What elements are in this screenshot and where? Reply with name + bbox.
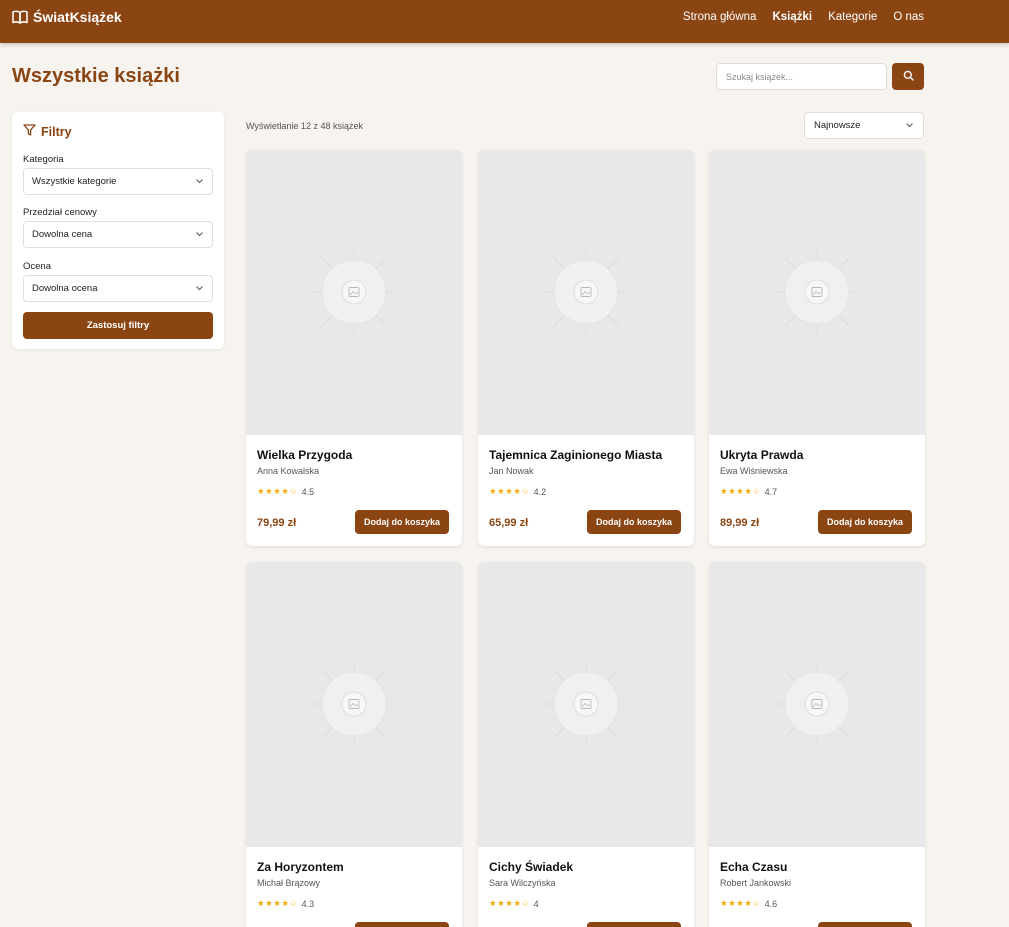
nav-link-books[interactable]: Książki [772,10,812,24]
rating-label: Ocena [23,261,51,272]
rating-value: 4 [533,898,539,909]
sort-value: Najnowsze [814,120,861,131]
image-placeholder-icon [544,250,628,334]
category-label: Kategoria [23,154,64,165]
top-navbar: ŚwiatKsiążek Strona główna Książki Kateg… [0,0,1009,43]
book-title[interactable]: Tajemnica Zaginionego Miasta [489,448,662,462]
star-rating-icon: ★★★★☆ [720,486,761,496]
book-price: 65,99 zł [489,517,529,529]
sort-select[interactable]: Najnowsze [804,112,924,139]
book-author: Robert Jankowski [720,878,792,888]
category-select[interactable]: Wszystkie kategorie [23,168,213,195]
add-to-cart-button[interactable]: Dodaj do koszyka [355,510,449,534]
add-to-cart-button[interactable] [818,922,912,927]
image-placeholder-icon [775,250,859,334]
price-select[interactable]: Dowolna cena [23,221,213,248]
book-title[interactable]: Wielka Przygoda [257,448,352,462]
filters-title: Filtry [41,124,72,139]
filters-panel: Filtry Kategoria Wszystkie kategorie Prz… [12,112,224,349]
image-placeholder-icon [775,662,859,746]
star-rating-icon: ★★★★☆ [489,898,530,908]
add-to-cart-button[interactable] [587,922,681,927]
rating-value: 4.3 [301,898,315,909]
main-nav: Strona główna Książki Kategorie O nas [683,10,924,24]
book-rating: ★★★★☆ 4.2 [489,486,546,497]
page-title: Wszystkie książki [12,65,180,87]
star-rating-icon: ★★★★☆ [489,486,530,496]
book-cover-placeholder [709,150,925,435]
star-rating-icon: ★★★★☆ [257,898,298,908]
brand-name: ŚwiatKsiążek [33,9,122,25]
book-card[interactable]: Echa Czasu Robert Jankowski ★★★★☆ 4.6 [709,562,925,927]
book-author: Ewa Wiśniewska [720,466,788,476]
add-to-cart-button[interactable]: Dodaj do koszyka [818,510,912,534]
book-cover-placeholder [709,562,925,847]
rating-value: Dowolna ocena [32,283,98,294]
nav-link-home[interactable]: Strona główna [683,10,757,24]
book-price: 79,99 zł [257,517,297,529]
search-button[interactable] [892,63,924,90]
add-to-cart-button[interactable] [355,922,449,927]
book-open-icon [12,10,28,24]
search-icon [903,69,914,84]
book-author: Jan Nowak [489,466,534,476]
book-author: Michał Brązowy [257,878,321,888]
book-card[interactable]: Wielka Przygoda Anna Kowalska ★★★★☆ 4.5 … [246,150,462,546]
chevron-down-icon [195,283,204,294]
book-rating: ★★★★☆ 4.6 [720,898,777,909]
book-author: Anna Kowalska [257,466,320,476]
chevron-down-icon [195,229,204,240]
rating-value: 4.7 [764,486,778,497]
book-rating: ★★★★☆ 4 [489,898,539,909]
book-rating: ★★★★☆ 4.3 [257,898,314,909]
image-placeholder-icon [312,250,396,334]
book-rating: ★★★★☆ 4.7 [720,486,777,497]
book-author: Sara Wilczyńska [489,878,556,888]
results-count: Wyświetlanie 12 z 48 książek [246,121,363,131]
apply-filters-button[interactable]: Zastosuj filtry [23,312,213,339]
filter-icon [23,124,36,139]
book-rating: ★★★★☆ 4.5 [257,486,314,497]
rating-value: 4.2 [533,486,547,497]
category-value: Wszystkie kategorie [32,176,117,187]
book-card[interactable]: Tajemnica Zaginionego Miasta Jan Nowak ★… [478,150,694,546]
star-rating-icon: ★★★★☆ [720,898,761,908]
book-card[interactable]: Ukryta Prawda Ewa Wiśniewska ★★★★☆ 4.7 8… [709,150,925,546]
star-rating-icon: ★★★★☆ [257,486,298,496]
book-title[interactable]: Cichy Świadek [489,860,573,874]
book-title[interactable]: Ukryta Prawda [720,448,803,462]
book-cover-placeholder [478,562,694,847]
rating-value: 4.5 [301,486,315,497]
book-cover-placeholder [478,150,694,435]
price-value: Dowolna cena [32,229,93,240]
rating-value: 4.6 [764,898,778,909]
image-placeholder-icon [544,662,628,746]
book-cover-placeholder [246,150,462,435]
chevron-down-icon [905,120,914,131]
add-to-cart-button[interactable]: Dodaj do koszyka [587,510,681,534]
book-cover-placeholder [246,562,462,847]
brand-logo[interactable]: ŚwiatKsiążek [12,8,122,26]
search-input[interactable] [716,63,887,90]
chevron-down-icon [195,176,204,187]
book-title[interactable]: Za Horyzontem [257,860,344,874]
price-label: Przedział cenowy [23,207,97,218]
rating-select[interactable]: Dowolna ocena [23,275,213,302]
book-title[interactable]: Echa Czasu [720,860,787,874]
nav-link-categories[interactable]: Kategorie [828,10,877,24]
image-placeholder-icon [312,662,396,746]
book-card[interactable]: Za Horyzontem Michał Brązowy ★★★★☆ 4.3 [246,562,462,927]
book-card[interactable]: Cichy Świadek Sara Wilczyńska ★★★★☆ 4 [478,562,694,927]
nav-link-about[interactable]: O nas [893,10,924,24]
filters-header: Filtry [23,124,72,139]
book-price: 89,99 zł [720,517,760,529]
